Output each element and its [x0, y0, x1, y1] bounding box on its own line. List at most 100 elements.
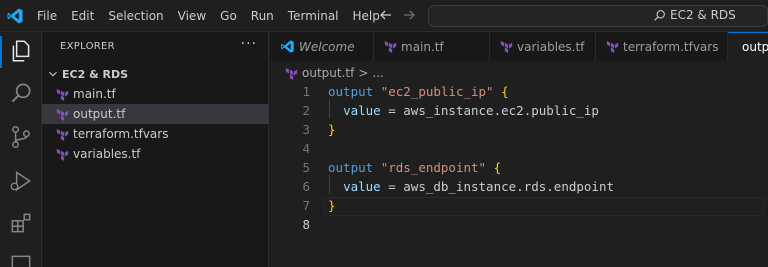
- search-icon[interactable]: [8, 80, 34, 106]
- tab-terraform-tfvars[interactable]: terraform.tfvars: [596, 32, 728, 61]
- file-name: main.tf: [73, 87, 116, 101]
- more-actions-icon[interactable]: ···: [241, 36, 257, 52]
- tab-welcome[interactable]: Welcome: [270, 32, 374, 61]
- chevron-down-icon: [49, 71, 57, 77]
- code-token: = aws_instance.ec2.public_ip: [380, 103, 599, 118]
- source-control-icon[interactable]: [8, 124, 34, 150]
- code-line[interactable]: 6 value = aws_db_instance.rds.endpoint: [270, 177, 768, 196]
- search-text: EC2 & RDS: [670, 8, 736, 22]
- activity-bar: [0, 32, 42, 267]
- tab-variables-tf[interactable]: variables.tf: [490, 32, 596, 61]
- tab-main-tf[interactable]: main.tf: [374, 32, 490, 61]
- code-text: }: [328, 120, 336, 139]
- menu-terminal[interactable]: Terminal: [281, 0, 346, 32]
- command-center-search[interactable]: EC2 & RDS: [428, 5, 768, 27]
- code-text: }: [328, 196, 336, 215]
- code-token: "rds_endpoint": [380, 160, 487, 175]
- forward-arrow-icon[interactable]: [401, 7, 417, 23]
- file-item-terraform-tfvars[interactable]: terraform.tfvars: [42, 124, 269, 144]
- line-number: 4: [302, 141, 310, 156]
- code-token: {: [493, 160, 502, 175]
- explorer-title: EXPLORER: [60, 41, 115, 52]
- code-text: value = aws_db_instance.rds.endpoint: [328, 177, 614, 196]
- file-item-variables-tf[interactable]: variables.tf: [42, 144, 269, 164]
- line-number: 8: [302, 217, 310, 232]
- line-number: 6: [302, 179, 310, 194]
- line-number: 1: [302, 84, 310, 99]
- menu-edit[interactable]: Edit: [64, 0, 101, 32]
- code-line[interactable]: 1 output "ec2_public_ip" {: [270, 82, 768, 101]
- line-number: 2: [302, 103, 310, 118]
- terraform-file-icon: [285, 67, 298, 80]
- code-line[interactable]: 5 output "rds_endpoint" {: [270, 158, 768, 177]
- tab-output-tf[interactable]: outp: [728, 32, 768, 61]
- menu-go[interactable]: Go: [213, 0, 244, 32]
- code-token: value: [343, 179, 381, 194]
- breadcrumb-more[interactable]: ...: [372, 66, 383, 80]
- explorer-sidebar: EXPLORER ··· EC2 & RDS main.tf output.tf…: [42, 32, 269, 267]
- code-line[interactable]: 2 value = aws_instance.ec2.public_ip: [270, 101, 768, 120]
- terraform-file-icon: [500, 40, 513, 53]
- back-arrow-icon[interactable]: [378, 7, 394, 23]
- terraform-file-icon: [56, 88, 69, 101]
- line-number: 7: [302, 198, 310, 213]
- file-name: terraform.tfvars: [73, 127, 169, 141]
- file-name: variables.tf: [73, 147, 141, 161]
- code-editor[interactable]: 1 output "ec2_public_ip" {2 value = aws_i…: [270, 80, 768, 267]
- tab-label: Welcome: [299, 39, 355, 54]
- line-number: 3: [302, 122, 310, 137]
- terraform-file-icon: [56, 108, 69, 121]
- code-text: value = aws_instance.ec2.public_ip: [328, 101, 599, 120]
- extensions-icon[interactable]: [8, 210, 34, 236]
- editor-tab-bar: Welcome main.tf variables.tf terraform.t…: [270, 32, 768, 61]
- tab-label: variables.tf: [517, 39, 585, 54]
- code-token: output: [328, 84, 374, 99]
- folder-name: EC2 & RDS: [62, 67, 129, 81]
- tab-label: outp: [742, 40, 768, 54]
- file-name: output.tf: [73, 107, 126, 121]
- folder-row[interactable]: EC2 & RDS: [42, 64, 269, 84]
- menu-bar: File Edit Selection View Go Run Terminal…: [30, 0, 387, 32]
- explorer-header: EXPLORER ···: [42, 32, 269, 62]
- terraform-file-icon: [606, 40, 619, 53]
- code-token: "ec2_public_ip": [380, 84, 494, 99]
- menu-file[interactable]: File: [30, 0, 64, 32]
- explorer-icon[interactable]: [8, 38, 34, 64]
- code-token: output: [328, 160, 374, 175]
- code-line[interactable]: 7}: [270, 196, 768, 215]
- code-line[interactable]: 3}: [270, 120, 768, 139]
- file-item-main-tf[interactable]: main.tf: [42, 84, 269, 104]
- vscode-logo-icon: [281, 40, 294, 53]
- terraform-file-icon: [384, 40, 397, 53]
- breadcrumb-file[interactable]: output.tf: [302, 66, 354, 80]
- tab-label: terraform.tfvars: [623, 39, 719, 54]
- code-token: }: [328, 122, 336, 137]
- search-icon: [654, 9, 665, 21]
- active-indicator: [0, 36, 2, 68]
- terraform-file-icon: [56, 128, 69, 141]
- breadcrumb-separator: >: [358, 66, 369, 80]
- file-item-output-tf[interactable]: output.tf: [42, 104, 269, 124]
- code-line[interactable]: 8: [270, 215, 768, 234]
- code-line[interactable]: 4: [270, 139, 768, 158]
- menu-selection[interactable]: Selection: [101, 0, 170, 32]
- code-token: }: [328, 198, 336, 213]
- menu-view[interactable]: View: [171, 0, 213, 32]
- vscode-logo-icon[interactable]: [6, 7, 24, 25]
- remote-icon[interactable]: [8, 252, 34, 267]
- run-debug-icon[interactable]: [8, 168, 34, 194]
- code-token: {: [501, 84, 509, 99]
- menu-run[interactable]: Run: [244, 0, 281, 32]
- tab-label: main.tf: [401, 39, 444, 54]
- code-token: value: [343, 103, 381, 118]
- code-token: = aws_db_instance.rds.endpoint: [380, 179, 614, 194]
- code-text: output "ec2_public_ip" {: [328, 82, 509, 101]
- title-bar: File Edit Selection View Go Run Terminal…: [0, 0, 768, 32]
- line-number: 5: [302, 160, 310, 175]
